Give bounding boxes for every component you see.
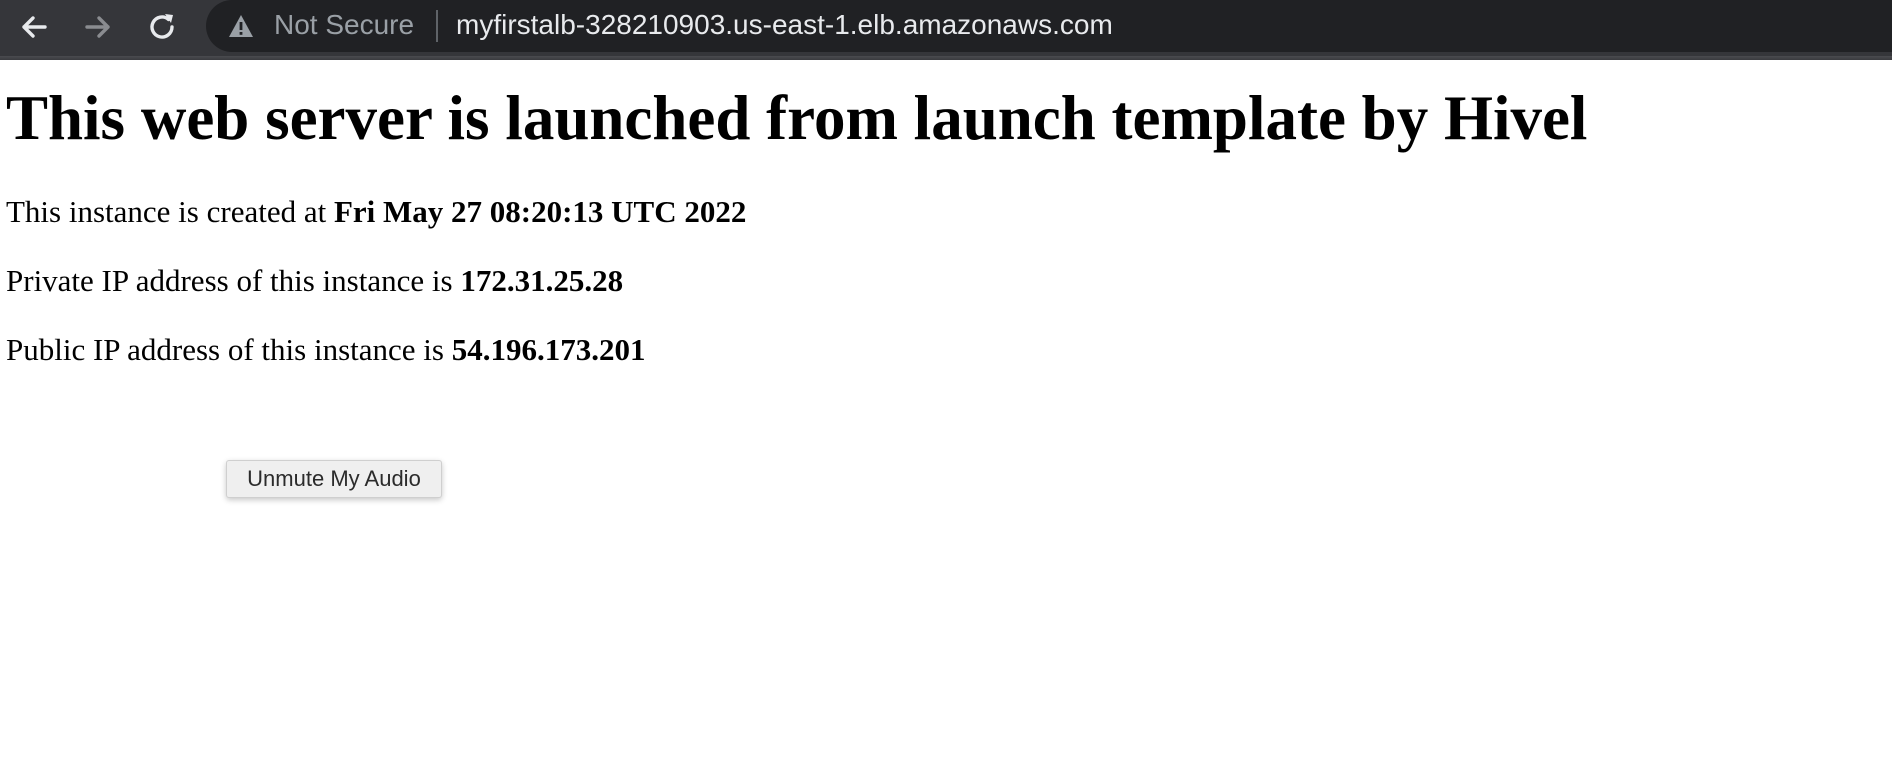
page-content: This web server is launched from launch … — [0, 60, 1892, 782]
browser-toolbar: Not Secure myfirstalb-328210903.us-east-… — [0, 0, 1892, 60]
security-status-label[interactable]: Not Secure — [274, 7, 414, 43]
url-text[interactable]: myfirstalb-328210903.us-east-1.elb.amazo… — [456, 7, 1113, 43]
address-bar[interactable]: Not Secure myfirstalb-328210903.us-east-… — [206, 0, 1892, 52]
public-ip-line: Public IP address of this instance is 54… — [6, 331, 645, 369]
created-at-line: This instance is created at Fri May 27 0… — [6, 193, 746, 231]
private-ip-value: 172.31.25.28 — [460, 263, 624, 298]
warning-triangle-icon[interactable] — [228, 14, 254, 38]
arrow-left-icon — [22, 16, 47, 38]
private-ip-prefix: Private IP address of this instance is — [6, 263, 461, 298]
public-ip-prefix: Public IP address of this instance is — [6, 332, 452, 367]
forward-button[interactable] — [76, 5, 120, 49]
page-title: This web server is launched from launch … — [6, 83, 1588, 153]
back-button[interactable] — [12, 5, 56, 49]
unmute-audio-button[interactable]: Unmute My Audio — [226, 460, 442, 498]
public-ip-value: 54.196.173.201 — [451, 332, 646, 367]
arrow-right-icon — [85, 16, 110, 38]
address-divider — [436, 10, 438, 42]
reload-icon — [150, 14, 174, 39]
private-ip-line: Private IP address of this instance is 1… — [6, 262, 623, 300]
created-at-value: Fri May 27 08:20:13 UTC 2022 — [333, 194, 747, 229]
created-at-prefix: This instance is created at — [6, 194, 334, 229]
reload-button[interactable] — [140, 5, 184, 49]
